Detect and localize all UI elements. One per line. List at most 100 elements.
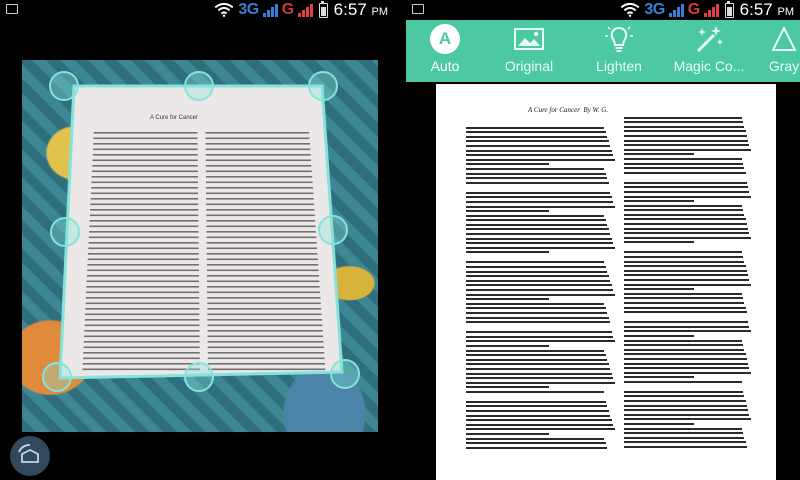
clock-time: 6:57 (333, 0, 367, 19)
text-line (466, 210, 549, 213)
rotate-button[interactable] (10, 436, 50, 476)
text-line (624, 297, 744, 300)
text-line (624, 432, 744, 435)
text-line (466, 135, 607, 138)
text-line (466, 223, 607, 226)
photo-text-line (207, 330, 323, 332)
crop-handle-bottom-left[interactable] (42, 362, 72, 392)
photo-text-line (86, 280, 199, 283)
photo-text-line (207, 291, 321, 294)
photo-text-line (205, 148, 311, 151)
crop-handle-bottom-right[interactable] (330, 359, 360, 389)
text-line (466, 149, 612, 152)
photo-text-line (205, 159, 312, 162)
text-line (624, 292, 742, 295)
photo-text-line (82, 363, 200, 365)
photo-text-line (207, 352, 325, 354)
text-line (624, 171, 746, 174)
photo-text-line (83, 352, 200, 354)
scanned-document: A Cure for Cancer By W. G. (436, 84, 776, 480)
text-line (624, 251, 742, 254)
filter-lighten-label: Lighten (596, 58, 642, 74)
photo-text-line (206, 236, 317, 239)
crop-handle-bottom[interactable] (184, 362, 214, 392)
photo-text-line (83, 341, 200, 343)
photo-text-line (206, 198, 314, 200)
crop-handle-top-left[interactable] (49, 71, 79, 101)
filter-lighten[interactable]: Lighten (574, 20, 664, 82)
text-line (624, 190, 750, 193)
filter-magic-color-label: Magic Co... (673, 58, 745, 74)
photo-text-line (206, 203, 315, 206)
photo-text-line (206, 264, 319, 266)
text-line (466, 131, 606, 134)
photo-text-line (205, 176, 313, 178)
crop-handle-right[interactable] (318, 215, 348, 245)
clock-ampm: PM (371, 6, 389, 18)
text-line (624, 325, 750, 328)
text-line (624, 348, 745, 351)
image-icon (514, 28, 544, 50)
text-line (466, 242, 613, 245)
photo-text-line (207, 313, 322, 316)
text-line (624, 301, 745, 304)
photo-text-line (205, 181, 313, 184)
photo-text-line (207, 368, 326, 371)
photo-text-line (205, 143, 310, 145)
photo-text-line (90, 203, 199, 206)
photo-text-line (206, 280, 320, 283)
text-line (624, 227, 749, 230)
text-line (466, 279, 610, 282)
text-line (624, 274, 749, 277)
text-line (466, 321, 610, 324)
text-line (466, 144, 610, 147)
text-line (624, 218, 746, 221)
photo-text-line (90, 209, 199, 211)
filter-gray[interactable]: Gray (754, 20, 800, 82)
photo-text-line (82, 357, 200, 360)
text-line (466, 405, 607, 408)
text-line (624, 371, 751, 374)
filter-original[interactable]: Original (484, 20, 574, 82)
signal-2-icon (703, 3, 719, 17)
text-line (624, 153, 695, 156)
text-line (466, 205, 615, 208)
text-line (466, 191, 610, 194)
photo-text-line (89, 220, 199, 222)
text-line (466, 316, 609, 319)
text-line (466, 446, 607, 449)
text-line (466, 349, 604, 352)
crop-handle-top[interactable] (184, 71, 214, 101)
crop-handle-top-right[interactable] (308, 71, 338, 101)
text-line (466, 196, 612, 199)
text-line (466, 219, 606, 222)
crop-handle-left[interactable] (50, 217, 80, 247)
lightbulb-icon (605, 26, 633, 52)
text-line (466, 437, 604, 440)
photo-text-line (85, 313, 200, 316)
photo-text-line (93, 143, 198, 145)
photo-text-line (90, 192, 199, 195)
text-line (624, 357, 747, 360)
text-line (466, 233, 610, 236)
text-line (466, 386, 549, 389)
text-line (466, 261, 604, 264)
photo-text-line (206, 247, 318, 250)
filter-toolbar: A Auto Original Lighten Magic Co... Gray (406, 20, 800, 82)
filter-auto[interactable]: A Auto (406, 20, 484, 82)
photo-text-line (86, 291, 200, 294)
text-line (466, 358, 607, 361)
text-line (624, 390, 744, 393)
text-line (624, 204, 742, 207)
photo-text-line (85, 297, 200, 299)
wifi-icon (215, 3, 234, 17)
text-line (624, 162, 744, 165)
text-line (624, 209, 744, 212)
signal-1-icon (668, 3, 684, 17)
text-line (466, 363, 609, 366)
scanned-doc-heading: A Cure for Cancer By W. G. (528, 106, 608, 114)
text-line (466, 237, 612, 240)
text-line (466, 367, 610, 370)
text-line (624, 321, 749, 324)
filter-magic-color[interactable]: Magic Co... (664, 20, 754, 82)
